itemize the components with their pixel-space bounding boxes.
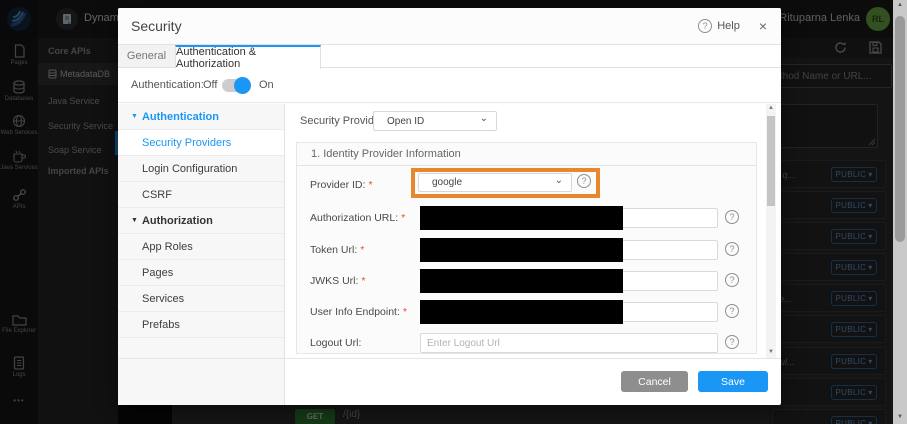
window-scrollbar-thumb[interactable]	[895, 16, 905, 242]
authentication-toggle-row: Authentication: Off On	[118, 68, 781, 103]
chevron-down-icon: ⌄	[555, 175, 563, 186]
nav-item-pages[interactable]: Pages	[118, 260, 284, 286]
redacted-value	[420, 206, 623, 230]
authentication-toggle[interactable]	[222, 79, 249, 92]
close-icon[interactable]: ×	[759, 18, 767, 34]
security-nav: ▼ Authentication Security Providers Logi…	[118, 104, 285, 405]
help-icon[interactable]: ?	[725, 304, 739, 318]
scroll-up-icon[interactable]: ▲	[893, 2, 907, 8]
cancel-button[interactable]: Cancel	[621, 371, 688, 392]
nav-item-security-providers[interactable]: Security Providers	[118, 130, 284, 156]
toggle-off-label: Off	[203, 79, 217, 91]
nav-item-services[interactable]: Services	[118, 286, 284, 312]
help-icon[interactable]: ?	[725, 242, 739, 256]
dialog-scrollbar[interactable]: ▲ ▼	[766, 104, 776, 358]
nav-item-app-roles[interactable]: App Roles	[118, 234, 284, 260]
redacted-value	[420, 300, 623, 324]
user-info-endpoint-label: User Info Endpoint:*	[310, 306, 407, 318]
triangle-down-icon: ▼	[131, 113, 138, 120]
section-title: 1. Identity Provider Information	[297, 143, 756, 166]
dialog-title: Security	[131, 18, 182, 34]
security-dialog: Security ? Help × General Authentication…	[118, 8, 781, 405]
dialog-scrollbar-thumb[interactable]	[767, 116, 775, 206]
triangle-down-icon: ▼	[131, 217, 138, 224]
required-asterisk: *	[368, 179, 372, 191]
tab-general[interactable]: General	[118, 45, 175, 67]
authentication-label: Authentication:	[131, 79, 204, 91]
dialog-tabs: General Authentication & Authorization	[118, 45, 781, 68]
footer-divider	[118, 358, 781, 359]
provider-id-select[interactable]: google ⌄	[418, 173, 572, 192]
jwks-url-label: JWKS Url:*	[310, 275, 366, 287]
help-icon[interactable]: ?	[725, 210, 739, 224]
provider-id-label: Provider ID:*	[310, 179, 373, 191]
security-provider-select[interactable]: Open ID ⌄	[373, 111, 497, 131]
redacted-value	[420, 238, 623, 262]
help-link[interactable]: Help	[717, 20, 740, 32]
help-icon[interactable]: ?	[698, 19, 712, 33]
toggle-knob	[234, 77, 251, 94]
scroll-down-icon[interactable]: ▼	[893, 414, 907, 420]
chevron-down-icon: ⌄	[480, 113, 488, 124]
logout-url-label: Logout Url:	[310, 337, 361, 349]
scroll-down-icon[interactable]: ▼	[766, 349, 776, 355]
token-url-label: Token Url:*	[310, 244, 364, 256]
toggle-on-label: On	[259, 79, 274, 91]
dialog-header: Security ? Help ×	[118, 8, 781, 45]
nav-item-prefabs[interactable]: Prefabs	[118, 312, 284, 338]
nav-header-authentication[interactable]: ▼ Authentication	[118, 104, 284, 130]
authorization-url-label: Authorization URL:*	[310, 212, 405, 224]
tab-authentication-authorization[interactable]: Authentication & Authorization	[175, 45, 321, 69]
help-icon[interactable]: ?	[577, 174, 591, 188]
redacted-value	[420, 269, 623, 293]
nav-item-login-configuration[interactable]: Login Configuration	[118, 156, 284, 182]
window-scrollbar[interactable]: ▲ ▼	[893, 0, 907, 424]
help-icon[interactable]: ?	[725, 335, 739, 349]
save-button[interactable]: Save	[698, 371, 768, 392]
nav-header-authorization[interactable]: ▼ Authorization	[118, 208, 284, 234]
scroll-up-icon[interactable]: ▲	[766, 105, 776, 111]
help-icon[interactable]: ?	[725, 273, 739, 287]
nav-item-csrf[interactable]: CSRF	[118, 182, 284, 208]
logout-url-input[interactable]	[420, 333, 718, 353]
